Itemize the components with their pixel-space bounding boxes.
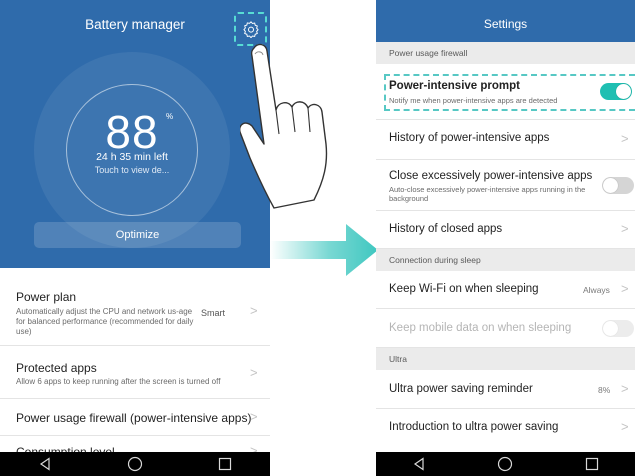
list-item-power-firewall[interactable]: Power usage firewall (power-intensive ap… [0, 399, 270, 436]
battery-percent-sign: % [166, 112, 174, 121]
list-item-close-excess-apps[interactable]: Close excessively power-intensive apps A… [376, 160, 635, 211]
close-excess-title: Close excessively power-intensive apps [389, 170, 593, 182]
tap-hand-icon [240, 43, 328, 209]
home-circle-icon [127, 456, 143, 472]
left-phone-screen: Battery manager 88 % 24 h 35 min left To… [0, 0, 270, 476]
chevron-right-icon: > [621, 281, 629, 296]
list-item-history-closed-apps[interactable]: History of closed apps > [376, 211, 635, 249]
wifi-sleep-value: Always [583, 285, 610, 295]
chevron-right-icon: > [250, 303, 258, 318]
protected-apps-title: Protected apps [16, 361, 97, 375]
list-item-mobile-data-sleep[interactable]: Keep mobile data on when sleeping [376, 309, 635, 348]
history-power-title: History of power-intensive apps [389, 132, 550, 144]
optimize-button[interactable]: Optimize [34, 222, 241, 248]
settings-header: Settings [376, 0, 635, 42]
navigation-bar [376, 452, 635, 476]
section-header-ultra: Ultra [376, 348, 635, 370]
battery-time-left: 24 h 35 min left [96, 151, 168, 163]
list-item-power-plan[interactable]: Power plan Automatically adjust the CPU … [0, 268, 270, 346]
toggle-knob [603, 321, 618, 336]
back-button[interactable] [25, 452, 65, 476]
touch-to-view-details[interactable]: Touch to view de... [0, 165, 264, 175]
list-item-history-power-intensive[interactable]: History of power-intensive apps > [376, 120, 635, 160]
list-item-ultra-intro[interactable]: Introduction to ultra power saving > [376, 409, 635, 447]
highlight-box [384, 74, 635, 111]
list-item-protected-apps[interactable]: Protected apps Allow 6 apps to keep runn… [0, 346, 270, 399]
chevron-right-icon: > [250, 409, 258, 424]
power-firewall-title: Power usage firewall (power-intensive ap… [16, 411, 252, 425]
back-triangle-icon [414, 457, 424, 471]
page-title: Settings [483, 17, 528, 31]
close-excess-toggle[interactable] [602, 177, 634, 194]
recents-button[interactable] [572, 452, 612, 476]
transition-arrow-icon [270, 224, 378, 276]
right-phone-screen: Settings Power usage firewall Power-inte… [376, 0, 635, 476]
power-plan-title: Power plan [16, 290, 77, 304]
chevron-right-icon: > [621, 221, 629, 236]
list-item-wifi-sleep[interactable]: Keep Wi-Fi on when sleeping Always > [376, 271, 635, 309]
recents-square-icon [585, 457, 598, 471]
home-button[interactable] [115, 452, 155, 476]
ultra-reminder-value: 8% [598, 385, 611, 395]
protected-apps-subtitle: Allow 6 apps to keep running after the s… [16, 377, 221, 386]
battery-hero-panel: Battery manager 88 % 24 h 35 min left To… [0, 0, 270, 268]
mobile-data-sleep-toggle[interactable] [602, 320, 634, 337]
gear-icon [242, 21, 259, 38]
ultra-reminder-title: Ultra power saving reminder [389, 383, 533, 395]
section-header-firewall: Power usage firewall [376, 42, 635, 64]
power-plan-value: Smart [201, 308, 226, 318]
toggle-knob [603, 178, 618, 193]
page-title: Battery manager [85, 17, 185, 32]
chevron-right-icon: > [250, 365, 258, 380]
recents-button[interactable] [205, 452, 245, 476]
back-triangle-icon [39, 457, 50, 471]
home-circle-icon [498, 456, 513, 472]
chevron-right-icon: > [621, 381, 629, 396]
power-plan-subtitle: Automatically adjust the CPU and network… [16, 307, 194, 336]
back-button[interactable] [399, 452, 439, 476]
navigation-bar [0, 452, 270, 476]
history-closed-title: History of closed apps [389, 223, 503, 235]
wifi-sleep-title: Keep Wi-Fi on when sleeping [389, 283, 539, 295]
chevron-right-icon: > [621, 419, 629, 434]
recents-square-icon [218, 457, 232, 471]
close-excess-subtitle: Auto-close excessively power-intensive a… [389, 185, 586, 203]
chevron-right-icon: > [621, 131, 629, 146]
list-item-ultra-reminder[interactable]: Ultra power saving reminder 8% > [376, 370, 635, 409]
ultra-intro-title: Introduction to ultra power saving [389, 421, 559, 433]
mobile-data-sleep-title: Keep mobile data on when sleeping [389, 322, 572, 334]
section-header-sleep: Connection during sleep [376, 249, 635, 271]
home-button[interactable] [485, 452, 525, 476]
